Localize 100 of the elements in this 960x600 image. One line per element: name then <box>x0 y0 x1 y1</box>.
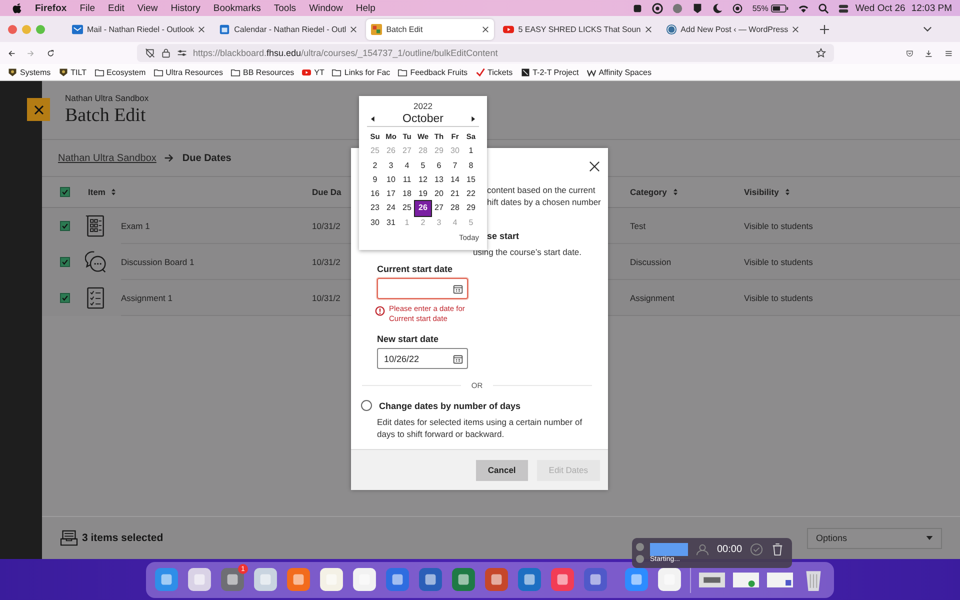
lock-icon[interactable] <box>160 48 171 58</box>
breadcrumb-link[interactable]: Nathan Ultra Sandbox <box>58 152 156 164</box>
item-name[interactable]: Assignment 1 <box>121 292 172 302</box>
menu-item[interactable]: Bookmarks <box>213 2 261 14</box>
column-header[interactable]: Category <box>630 187 667 197</box>
tracking-shield-icon[interactable] <box>144 48 155 58</box>
calendar-day[interactable]: 8 <box>463 158 479 173</box>
bookmark-link[interactable]: Feedback Fruits <box>410 68 468 76</box>
close-icon[interactable] <box>792 26 800 32</box>
calendar-day[interactable]: 10 <box>383 172 399 188</box>
calendar-day[interactable]: 7 <box>447 158 463 173</box>
reload-icon[interactable] <box>46 48 54 58</box>
sort-icon[interactable] <box>784 188 790 196</box>
browser-tab[interactable]: Add New Post ‹ — WordPress <box>660 18 804 40</box>
calendar-day[interactable]: 31 <box>383 216 399 230</box>
calendar-day[interactable]: 16 <box>367 187 383 202</box>
item-name[interactable]: Exam 1 <box>121 220 150 230</box>
option-label[interactable]: se start <box>487 231 608 241</box>
calendar-day[interactable]: 5 <box>415 158 431 173</box>
bookmark-link[interactable]: Affinity Spaces <box>598 68 652 76</box>
star-icon[interactable] <box>816 48 826 58</box>
person-icon[interactable] <box>696 543 709 556</box>
close-dot[interactable] <box>636 543 644 551</box>
row-checkbox[interactable] <box>60 221 70 231</box>
calendar-day[interactable]: 28 <box>447 201 463 216</box>
moon-icon[interactable] <box>712 2 724 14</box>
browser-tab[interactable]: Batch Edit <box>366 18 494 40</box>
menu-item[interactable]: Window <box>309 2 343 14</box>
close-icon[interactable] <box>644 26 652 32</box>
calendar-day[interactable]: 19 <box>415 187 431 202</box>
calendar-day[interactable]: 3 <box>383 158 399 173</box>
calendar-day[interactable]: 20 <box>431 187 447 202</box>
check-circle-icon[interactable] <box>750 543 764 556</box>
browser-tab[interactable]: 5 EASY SHRED LICKS That Soun <box>498 18 657 40</box>
close-icon[interactable] <box>589 160 600 172</box>
bookmark-link[interactable]: TILT <box>70 68 87 76</box>
date-field[interactable]: 10/26/22 <box>377 348 468 369</box>
radio-button[interactable] <box>361 400 372 411</box>
minimize-dot[interactable] <box>636 555 644 563</box>
bookmark-link[interactable]: Tickets <box>488 68 513 76</box>
calendar-day[interactable]: 15 <box>463 172 479 188</box>
address-bar[interactable]: https://blackboard.fhsu.edu/ultra/courses/_154737_1/outline/bulkEditContent <box>136 44 834 62</box>
select-all-checkbox[interactable] <box>60 187 70 197</box>
item-name[interactable]: Discussion Board 1 <box>121 256 194 266</box>
calendar-day[interactable]: 21 <box>447 187 463 202</box>
bookmark-link[interactable]: YT <box>314 68 324 76</box>
menu-extra-icon[interactable] <box>632 2 644 14</box>
search-icon[interactable] <box>818 2 830 14</box>
shield-icon[interactable] <box>692 2 704 14</box>
browser-tab[interactable]: Calendar - Nathan Riedel - Outl <box>214 18 362 40</box>
calendar-icon[interactable] <box>453 284 463 294</box>
close-icon[interactable] <box>482 26 490 32</box>
calendar-day[interactable]: 22 <box>463 187 479 202</box>
calendar-day[interactable]: 30 <box>367 216 383 230</box>
calendar-day[interactable]: 24 <box>383 201 399 216</box>
bookmark-link[interactable]: Systems <box>20 68 51 76</box>
window-thumbnail[interactable] <box>767 570 793 590</box>
calendar-day[interactable]: 4 <box>399 158 415 173</box>
cancel-button[interactable]: Cancel <box>476 460 528 480</box>
download-icon[interactable] <box>925 48 933 58</box>
bookmark-link[interactable]: Ultra Resources <box>166 68 224 76</box>
calendar-day[interactable]: 29 <box>463 201 479 216</box>
battery-icon[interactable] <box>771 4 790 12</box>
menu-item[interactable]: Help <box>356 2 376 14</box>
control-center-icon[interactable] <box>838 2 850 14</box>
wifi-icon[interactable] <box>798 2 810 14</box>
bookmark-link[interactable]: T-2-T Project <box>532 68 579 76</box>
calendar-day[interactable]: 25 <box>399 201 415 216</box>
calendar-day[interactable]: 1 <box>463 144 479 159</box>
bookmark-link[interactable]: BB Resources <box>243 68 294 76</box>
options-dropdown[interactable]: Options <box>807 528 942 548</box>
sort-icon[interactable] <box>111 188 116 196</box>
menu-item[interactable]: History <box>170 2 200 14</box>
calendar-day[interactable]: 13 <box>431 172 447 188</box>
calendar-day[interactable]: 26 <box>415 201 431 216</box>
calendar-day[interactable]: 17 <box>383 187 399 202</box>
new-tab-icon[interactable] <box>820 24 830 34</box>
calendar-icon[interactable] <box>453 354 463 364</box>
pocket-icon[interactable] <box>906 48 914 58</box>
calendar-day[interactable]: 12 <box>415 172 431 188</box>
menu-item[interactable]: View <box>137 2 158 14</box>
menu-item[interactable]: Tools <box>274 2 296 14</box>
date-field[interactable] <box>377 278 468 299</box>
browser-tab[interactable]: Mail - Nathan Riedel - Outlook <box>67 18 210 40</box>
menubar-time[interactable]: 12:03 PM <box>911 2 952 14</box>
apple-icon[interactable] <box>12 2 22 14</box>
app-menu[interactable]: Firefox <box>35 2 67 14</box>
menu-item[interactable]: File <box>80 2 95 14</box>
app-icon[interactable] <box>385 567 410 592</box>
menubar-date[interactable]: Wed Oct 26 <box>855 2 906 14</box>
row-checkbox[interactable] <box>60 293 70 303</box>
close-panel-button[interactable] <box>27 98 50 121</box>
column-header[interactable]: Due Da <box>312 187 342 197</box>
calendar-day[interactable]: 27 <box>431 201 447 216</box>
bookmark-link[interactable]: Ecosystem <box>106 68 146 76</box>
permissions-icon[interactable] <box>176 48 187 58</box>
calendar-day[interactable]: 18 <box>399 187 415 202</box>
column-header[interactable]: Item <box>88 187 106 197</box>
close-icon[interactable] <box>198 26 206 32</box>
menu-item[interactable]: Edit <box>108 2 124 14</box>
